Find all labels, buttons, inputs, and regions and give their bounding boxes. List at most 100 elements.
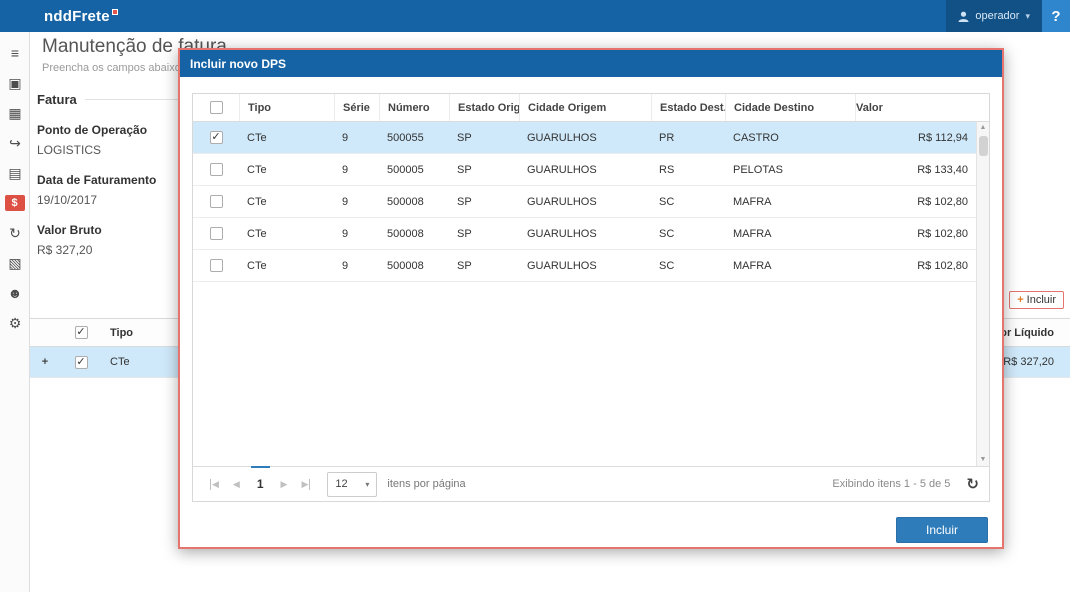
prev-page-button[interactable]: ◀ [233, 479, 240, 490]
last-page-button[interactable]: ▶ [301, 479, 310, 490]
history-icon[interactable]: ↻ [0, 218, 30, 248]
cell: 9 [334, 196, 379, 208]
scrollbar-thumb[interactable] [979, 136, 988, 156]
row-check-cell: ✓ [60, 356, 102, 369]
fatura-section: Fatura Ponto de Operação LOGISTICS Data de… [37, 92, 187, 257]
cell: 9 [334, 132, 379, 144]
cell: MAFRA [725, 260, 855, 272]
expand-icon[interactable]: + [30, 356, 60, 368]
dps-row[interactable]: CTe9500008SPGUARULHOSSCMAFRAR$ 102,80 [193, 250, 976, 282]
dps-row[interactable]: ✓CTe9500055SPGUARULHOSPRCASTROR$ 112,94 [193, 122, 976, 154]
plus-icon: + [1017, 294, 1023, 306]
menu-icon[interactable]: ≡ [0, 38, 30, 68]
settings-icon[interactable]: ⚙ [0, 308, 30, 338]
select-all-checkbox[interactable] [210, 101, 223, 114]
cell: 500008 [379, 196, 449, 208]
column-header[interactable]: Valor [855, 94, 976, 121]
cell: GUARULHOS [519, 196, 651, 208]
vertical-scrollbar[interactable]: ▲ ▼ [976, 122, 989, 466]
field-value: LOGISTICS [37, 143, 187, 157]
cell: CTe [239, 260, 334, 272]
cell: 500005 [379, 164, 449, 176]
dps-row[interactable]: CTe9500008SPGUARULHOSSCMAFRAR$ 102,80 [193, 186, 976, 218]
column-header[interactable]: Série [334, 94, 379, 121]
archive-icon[interactable]: ▧ [0, 248, 30, 278]
cell: SP [449, 260, 519, 272]
cell: SP [449, 132, 519, 144]
modal-grid-rows: ✓CTe9500055SPGUARULHOSPRCASTROR$ 112,94C… [193, 122, 989, 466]
page-size-select[interactable]: 12 ▾ [327, 472, 377, 497]
topbar: nddFrete operador ▾ ? [0, 0, 1070, 32]
cell: SC [651, 260, 725, 272]
cell: RS [651, 164, 725, 176]
user-icon [958, 11, 969, 22]
column-header[interactable]: Cidade Origem [519, 94, 651, 121]
field-label: Ponto de Operação [37, 123, 187, 137]
dps-row[interactable]: CTe9500005SPGUARULHOSRSPELOTASR$ 133,40 [193, 154, 976, 186]
scroll-down-icon[interactable]: ▼ [980, 454, 987, 466]
dps-grid: TipoSérieNúmeroEstado Orig...Cidade Orig… [192, 93, 990, 502]
cell: CTe [239, 164, 334, 176]
row-checkbox[interactable] [210, 195, 223, 208]
section-title: Fatura [37, 92, 77, 107]
column-header[interactable]: Cidade Destino [725, 94, 855, 121]
fatura-fields: Ponto de Operação LOGISTICS Data de Fatura… [37, 123, 187, 257]
first-page-button[interactable]: ◀ [210, 479, 219, 490]
cell: 9 [334, 164, 379, 176]
export-icon[interactable]: ↪ [0, 128, 30, 158]
billing-icon[interactable]: $ [5, 195, 25, 211]
select-all-checkbox[interactable]: ✓ [75, 326, 88, 339]
cell: SP [449, 228, 519, 240]
column-header[interactable]: Tipo [239, 94, 334, 121]
cell: MAFRA [725, 196, 855, 208]
incluir-button[interactable]: + Incluir [1009, 291, 1064, 309]
cell: CTe [239, 132, 334, 144]
modal-body: TipoSérieNúmeroEstado Orig...Cidade Orig… [180, 77, 1002, 553]
chevron-down-icon: ▾ [1025, 11, 1030, 22]
sidebar: ≡▣▦↪▤ $ ↻▧☻⚙ [0, 32, 30, 592]
invoice-icon[interactable]: ▤ [0, 158, 30, 188]
row-checkbox[interactable] [210, 259, 223, 272]
row-checkbox[interactable]: ✓ [75, 356, 88, 369]
cell: SC [651, 196, 725, 208]
section-legend: Fatura [37, 92, 187, 107]
row-checkbox[interactable]: ✓ [210, 131, 223, 144]
row-checkbox[interactable] [210, 227, 223, 240]
refresh-icon[interactable]: ↻ [966, 475, 979, 493]
cell: 9 [334, 260, 379, 272]
next-page-button[interactable]: ▶ [281, 479, 288, 490]
dps-row[interactable]: CTe9500008SPGUARULHOSSCMAFRAR$ 102,80 [193, 218, 976, 250]
truck-icon[interactable]: ▦ [0, 98, 30, 128]
cell: 500008 [379, 228, 449, 240]
cell: MAFRA [725, 228, 855, 240]
cell: SP [449, 196, 519, 208]
field-label: Data de Faturamento [37, 173, 187, 187]
cell: 500008 [379, 260, 449, 272]
current-page[interactable]: 1 [257, 477, 264, 491]
user-menu[interactable]: operador ▾ [946, 0, 1042, 32]
modal-grid-header: TipoSérieNúmeroEstado Orig...Cidade Orig… [193, 94, 989, 122]
field-value: 19/10/2017 [37, 193, 187, 207]
user-label: operador [975, 10, 1019, 22]
scroll-up-icon[interactable]: ▲ [980, 122, 987, 134]
column-header[interactable]: Número [379, 94, 449, 121]
modal-incluir-button[interactable]: Incluir [896, 517, 988, 543]
cell: R$ 102,80 [855, 186, 976, 218]
column-header[interactable]: Estado Orig... [449, 94, 519, 121]
cell: CASTRO [725, 132, 855, 144]
cell: 500055 [379, 132, 449, 144]
chevron-down-icon: ▾ [365, 480, 369, 489]
modal-footer: Incluir [192, 502, 990, 543]
cell: GUARULHOS [519, 132, 651, 144]
help-button[interactable]: ? [1042, 0, 1070, 32]
documents-icon[interactable]: ▣ [0, 68, 30, 98]
cell: SP [449, 164, 519, 176]
brand-text: nddFrete [44, 8, 110, 25]
modal-title: Incluir novo DPS [190, 57, 286, 71]
row-checkbox[interactable] [210, 163, 223, 176]
partners-icon[interactable]: ☻ [0, 278, 30, 308]
column-header[interactable]: Estado Dest... [651, 94, 725, 121]
cell: R$ 102,80 [855, 218, 976, 250]
cell: 9 [334, 228, 379, 240]
app: nddFrete operador ▾ ? ≡▣▦↪▤$↻▧☻⚙ Manuten… [0, 0, 1070, 592]
